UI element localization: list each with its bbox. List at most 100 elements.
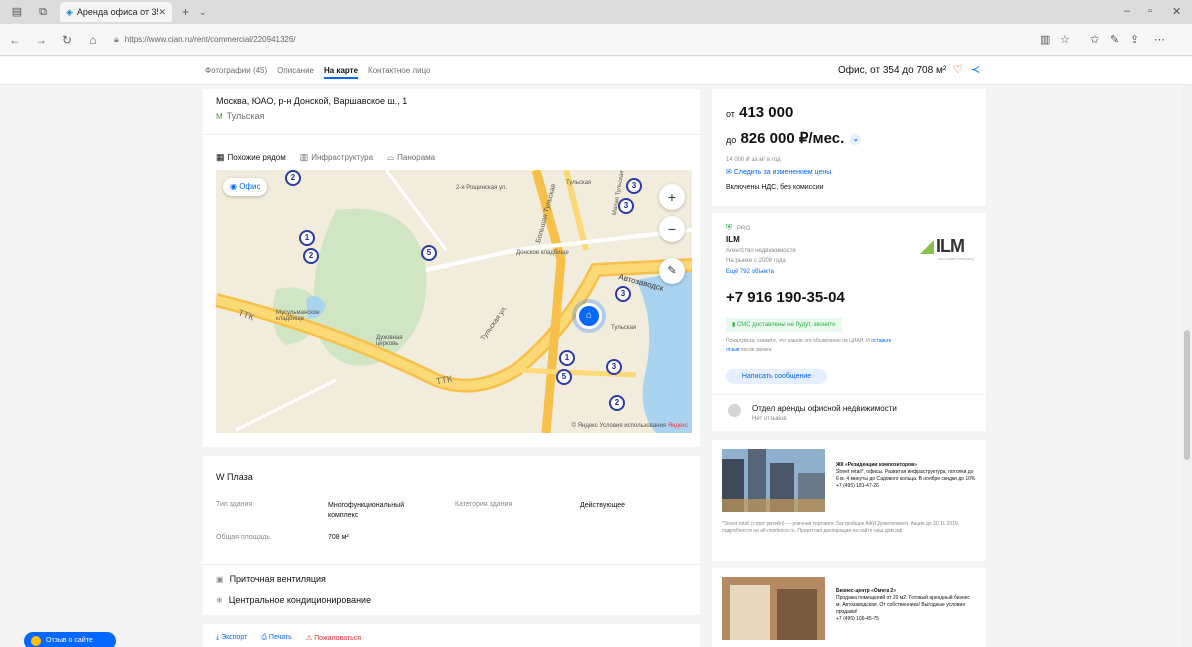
agent-more-link[interactable]: Ещё 792 объекта: [726, 269, 774, 275]
call-note-end: после звонка: [740, 347, 772, 353]
tab-list-icon[interactable]: ⧉: [34, 5, 52, 19]
back-icon[interactable]: ←: [4, 33, 26, 47]
filter-chip-office[interactable]: ◉ Офис: [223, 178, 268, 196]
notes-icon[interactable]: ✎: [1110, 33, 1119, 46]
call-note-text: Пожалуйста, скажите, что нашли это объяв…: [726, 338, 870, 344]
favorite-star-icon[interactable]: ☆: [1060, 33, 1070, 46]
map-pin[interactable]: 1: [559, 350, 575, 366]
logo-word: ILM: [936, 236, 965, 256]
map-pin[interactable]: 5: [421, 245, 437, 261]
agent-name[interactable]: ILM: [726, 235, 740, 244]
address: Москва, ЮАО, р-н Донской, Варшавское ш.,…: [216, 96, 408, 106]
building-icon: ▥: [299, 152, 309, 162]
tab-panorama[interactable]: ⌓ Панорама: [387, 152, 435, 163]
export-button[interactable]: ⤓ Экспорт: [216, 634, 247, 642]
report-button[interactable]: ⚠ Пожаловаться: [306, 634, 361, 642]
map-pin[interactable]: 3: [615, 286, 631, 302]
tab-infrastructure[interactable]: ▥ Инфраструктура: [300, 152, 373, 163]
reading-view-icon[interactable]: ▥: [1040, 33, 1050, 46]
chevron-down-icon[interactable]: ⌄: [199, 7, 207, 18]
tab-actions-icon[interactable]: ▤: [8, 5, 26, 19]
ad-title-2: Бизнес-центр «Омега 2»: [836, 588, 897, 594]
building-category-label: Категория здания: [455, 501, 513, 508]
department-name[interactable]: Отдел аренды офисной недвижимости: [752, 404, 897, 413]
feedback-button[interactable]: Отзыв о сайте: [24, 632, 116, 647]
map-label-station: Тульская: [611, 325, 637, 331]
ad-text-1: ЖК «Резиденции композиторов» Street reta…: [836, 462, 976, 490]
agent-since: На рынке с 2009 года: [726, 258, 786, 264]
report-label: Пожаловаться: [314, 635, 362, 642]
divider: [203, 564, 700, 565]
building-area-value: 708 м²: [328, 534, 349, 541]
print-label: Печать: [268, 634, 292, 641]
print-button[interactable]: ⎙ Печать: [261, 634, 291, 642]
track-price-label: Следить за изменением цены: [733, 169, 832, 176]
phone-number[interactable]: +7 916 190-35-04: [726, 289, 845, 306]
favicon-icon: ◈: [66, 6, 73, 17]
nav-photos[interactable]: Фотографии (45): [205, 66, 267, 79]
building-area-label: Общая площадь: [216, 534, 271, 541]
sticky-header: Фотографии (45) Описание На карте Контак…: [0, 57, 1192, 85]
current-offer-marker[interactable]: ⌂: [576, 303, 602, 329]
map-pin[interactable]: 2: [609, 395, 625, 411]
divider: [712, 394, 986, 395]
feature-ventilation-label: Приточная вентиляция: [229, 574, 326, 584]
maximize-icon[interactable]: ▫: [1148, 5, 1152, 17]
ad-title-1: ЖК «Резиденции композиторов»: [836, 462, 917, 468]
share-browser-icon[interactable]: ⇪: [1130, 33, 1139, 46]
metro-name: Тульская: [226, 111, 265, 121]
filter-chip-label: Офис: [239, 182, 261, 191]
write-message-button[interactable]: Написать сообщение: [726, 369, 827, 384]
ruler-button[interactable]: ✎: [659, 258, 685, 284]
map-pin[interactable]: 3: [626, 178, 642, 194]
ad-text-2: Бизнес-центр «Омега 2» Продажа помещений…: [836, 588, 976, 623]
map-label-park: Донское кладбище: [516, 250, 569, 256]
map-pin[interactable]: 2: [303, 248, 319, 264]
map-pin[interactable]: 1: [299, 230, 315, 246]
new-tab-icon[interactable]: +: [182, 5, 189, 19]
map-pin[interactable]: 3: [606, 359, 622, 375]
logo-mark: [920, 239, 934, 254]
tab-similar-nearby[interactable]: ▦ Похожие рядом: [216, 152, 286, 163]
sms-warning-text: СМС доставлены не будут, звоните: [736, 322, 836, 328]
home-icon[interactable]: ⌂: [82, 33, 104, 47]
section-nav: Фотографии (45) Описание На карте Контак…: [205, 66, 430, 79]
refresh-icon[interactable]: ↻: [56, 33, 78, 47]
heart-icon[interactable]: ♡: [953, 63, 963, 76]
minimize-icon[interactable]: –: [1124, 5, 1130, 17]
share-icon[interactable]: ≺: [971, 63, 980, 76]
nav-map[interactable]: На карте: [323, 66, 359, 79]
price-to-value: 826 000 ₽/мес.: [740, 130, 845, 147]
track-price-link[interactable]: ✉ Следить за изменением цены: [726, 168, 831, 176]
nav-description[interactable]: Описание: [277, 66, 314, 79]
map-pin[interactable]: 2: [285, 170, 301, 186]
map[interactable]: ТТК ТТК Тульская ул. Автозаводск Большая…: [216, 170, 692, 433]
price-chevron-icon[interactable]: ⌄: [850, 133, 862, 145]
close-tab-icon[interactable]: ✕: [158, 7, 166, 18]
price-from-value: 413 000: [739, 104, 794, 121]
tab-title: Аренда офиса от 354 д: [76, 7, 159, 17]
nav-contact[interactable]: Контактное лицо: [368, 66, 430, 79]
agent-logo[interactable]: ILM: [920, 236, 965, 257]
map-pin[interactable]: 5: [556, 369, 572, 385]
zoom-in-button[interactable]: +: [659, 184, 685, 210]
metro-station[interactable]: M Тульская: [216, 111, 264, 121]
map-attribution: © Яндекс Условия использования Яндекс: [572, 423, 688, 429]
logo-subtitle: real estate company: [938, 256, 975, 261]
divider: [203, 134, 700, 135]
browser-tab[interactable]: ◈ Аренда офиса от 354 д ✕: [60, 2, 172, 22]
department-reviews: Нет отзывов: [752, 416, 787, 422]
call-note: Пожалуйста, скажите, что нашли это объяв…: [726, 337, 901, 355]
map-pin[interactable]: 3: [618, 198, 634, 214]
metro-icon: M: [216, 112, 223, 121]
lock-icon: 🔒︎: [114, 34, 119, 44]
zoom-out-button[interactable]: −: [659, 216, 685, 242]
favorites-icon[interactable]: ✩: [1090, 33, 1099, 46]
more-icon[interactable]: ⋯: [1154, 33, 1165, 46]
scrollbar-thumb[interactable]: [1184, 330, 1190, 460]
url-field[interactable]: 🔒︎ https://www.cian.ru/rent/commercial/2…: [114, 34, 296, 45]
forward-icon[interactable]: →: [30, 33, 52, 47]
building-type-value: Многофункциональный комплекс: [328, 502, 405, 519]
close-window-icon[interactable]: ✕: [1172, 5, 1181, 18]
shield-check-icon: ⛨: [726, 223, 732, 232]
